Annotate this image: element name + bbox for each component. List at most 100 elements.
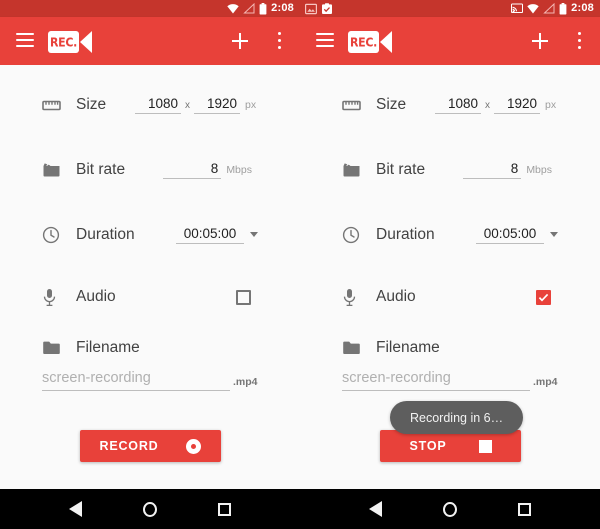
filename-input-row: screen-recording .mp4 [342,370,558,391]
navigation-bar [0,489,600,529]
setting-row-filename: Filename [300,328,600,368]
chevron-down-icon[interactable] [250,232,258,237]
right-pane: Size 1080 x 1920 px Bit rate 8 Mbps Dura… [300,65,600,489]
app-bar: REC. REC. [0,17,600,65]
bitrate-label: Bit rate [376,161,426,178]
chevron-down-icon[interactable] [550,232,558,237]
cast-icon [511,3,524,13]
ruler-icon [342,96,366,115]
duration-value[interactable]: 00:05:00 [176,226,244,244]
home-button[interactable] [130,489,170,529]
stop-square-icon [478,439,492,453]
bitrate-fields: 8 Mbps [463,161,552,179]
wifi-icon [227,4,239,14]
bitrate-input[interactable]: 8 [463,161,522,179]
setting-row-size: Size 1080 x 1920 px [0,85,300,125]
back-button[interactable] [355,489,395,529]
more-vertical-icon[interactable] [578,32,582,50]
size-fields: 1080 x 1920 px [135,96,256,114]
record-button-label: RECORD [99,439,159,453]
battery-icon [259,2,267,15]
bitrate-unit: Mbps [526,164,552,176]
duration-value[interactable]: 00:05:00 [476,226,544,244]
duration-label: Duration [376,226,435,243]
checkmark-icon [538,293,549,302]
cellular-signal-icon [243,3,255,14]
navigation-bar-right-panel [300,489,600,529]
setting-row-filename: Filename [0,328,300,368]
audio-label: Audio [376,288,416,305]
app-bar-right-panel: REC. [300,17,600,65]
status-bar-right-system-icons: 2:08 [511,0,594,17]
recording-countdown-toast: Recording in 6… [390,401,524,434]
recents-square-icon [218,502,232,516]
plus-icon[interactable] [232,33,248,49]
audio-checkbox[interactable] [536,289,551,305]
ruler-icon [42,96,66,115]
status-bar-left-system-icons: 2:08 [227,0,294,17]
android-screenshot-comparison: 2:08 2:08 REC. REC. Size 1080 x 1920 px … [0,0,600,529]
recents-button[interactable] [505,489,545,529]
left-pane: Size 1080 x 1920 px Bit rate 8 Mbps Dura… [0,65,300,489]
cellular-signal-icon [543,3,555,14]
back-button[interactable] [55,489,95,529]
clipboard-notification-icon [322,2,332,14]
size-unit: px [245,99,257,111]
duration-dropdown[interactable]: 00:05:00 [176,226,258,244]
setting-row-size: Size 1080 x 1920 px [300,85,600,125]
filename-extension: .mp4 [533,376,558,388]
back-triangle-icon [68,501,82,517]
recents-button[interactable] [205,489,245,529]
duration-dropdown[interactable]: 00:05:00 [476,226,558,244]
setting-row-duration: Duration 00:05:00 [300,215,600,255]
audio-checkbox[interactable] [236,289,251,305]
setting-row-duration: Duration 00:05:00 [0,215,300,255]
microphone-icon [342,288,366,307]
app-bar-left-panel: REC. [0,17,300,65]
content-area: Size 1080 x 1920 px Bit rate 8 Mbps Dura… [0,65,600,489]
filename-input[interactable]: screen-recording [42,370,230,391]
plus-icon[interactable] [532,33,548,49]
navigation-bar-left-panel [0,489,300,529]
stop-button[interactable]: STOP [380,430,521,462]
status-bar-right-panel: 2:08 [300,0,600,17]
record-button[interactable]: RECORD [80,430,221,462]
size-height-input[interactable]: 1920 [194,96,240,114]
folder-icon [42,340,66,356]
more-vertical-icon[interactable] [278,32,282,50]
recents-square-icon [518,502,532,516]
video-camera-lens-icon [80,31,92,53]
microphone-icon [42,288,66,307]
size-width-input[interactable]: 1080 [435,96,481,114]
folder-icon [342,340,366,356]
battery-icon [559,2,567,15]
home-circle-icon [142,501,157,517]
status-bar-clock-left: 2:08 [271,2,294,14]
logo-label: REC. [49,34,78,50]
bitrate-fields: 8 Mbps [163,161,252,179]
clock-icon [42,226,66,244]
filename-extension: .mp4 [233,376,258,388]
logo-label: REC. [349,34,378,50]
image-notification-icon [305,3,317,14]
status-bar-clock-right: 2:08 [571,2,594,14]
filename-input-row: screen-recording .mp4 [42,370,258,391]
clapperboard-icon [42,161,66,179]
filename-label: Filename [76,339,140,356]
home-button[interactable] [430,489,470,529]
logo-badge: REC. [48,31,79,53]
size-separator: x [185,100,190,111]
hamburger-menu-icon[interactable] [16,33,34,47]
size-label: Size [376,96,407,113]
size-height-input[interactable]: 1920 [494,96,540,114]
app-logo: REC. [348,31,392,53]
filename-input[interactable]: screen-recording [342,370,530,391]
video-camera-lens-icon [380,31,392,53]
back-triangle-icon [368,501,382,517]
hamburger-menu-icon[interactable] [316,33,334,47]
size-width-input[interactable]: 1080 [135,96,181,114]
size-unit: px [545,99,557,111]
setting-row-audio: Audio [0,277,300,317]
bitrate-input[interactable]: 8 [163,161,222,179]
audio-label: Audio [76,288,116,305]
